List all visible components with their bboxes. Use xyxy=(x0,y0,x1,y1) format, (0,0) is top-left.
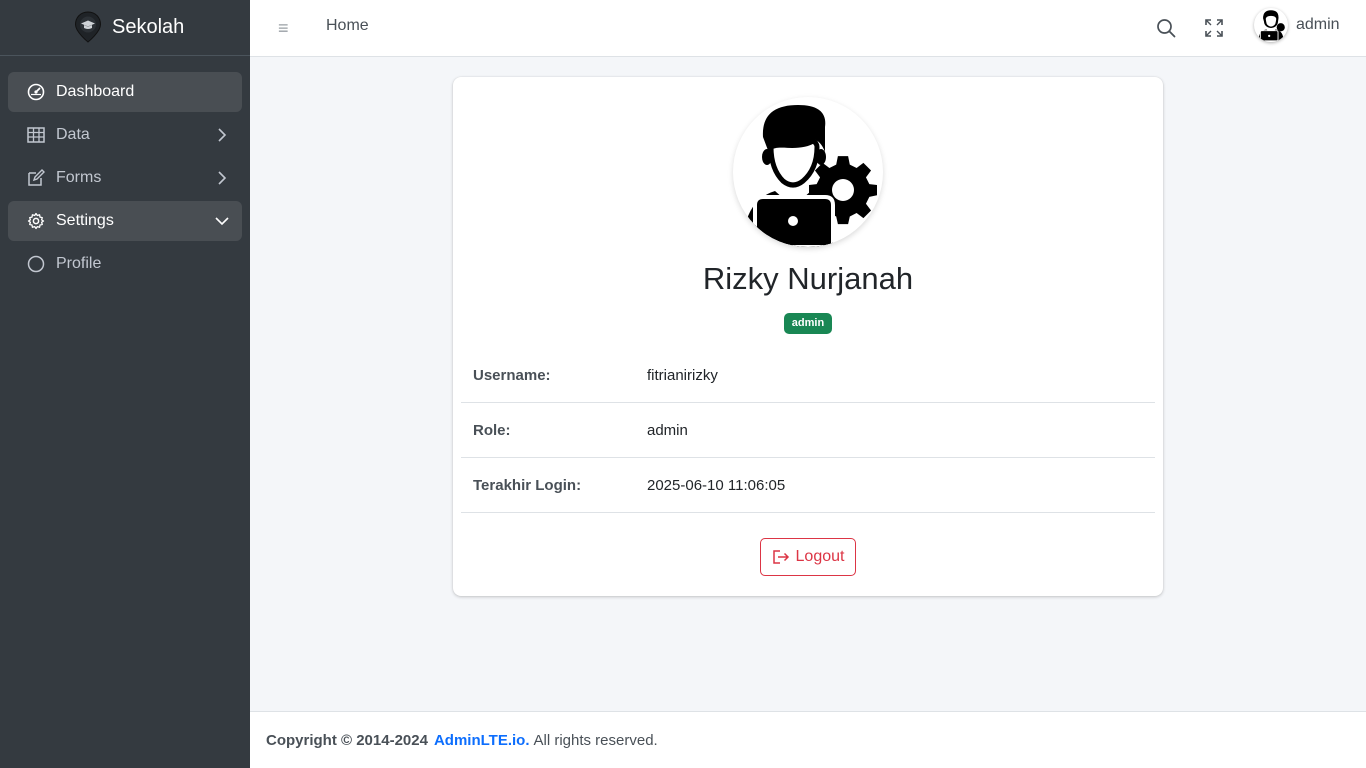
copyright-text: Copyright © 2014-2024 xyxy=(266,731,428,749)
table-row: Terakhir Login: 2025-06-10 11:06:05 xyxy=(461,458,1155,513)
role-badge: admin xyxy=(784,313,832,334)
user-menu[interactable]: admin xyxy=(1254,8,1340,42)
user-admin-icon xyxy=(1258,10,1285,42)
table-row: Role: admin xyxy=(461,403,1155,458)
sidebar-item-label: Data xyxy=(56,126,90,143)
username-value: fitrianirizky xyxy=(647,366,718,384)
sidebar-item-settings[interactable]: Settings xyxy=(8,201,242,241)
brand-link[interactable]: Sekolah xyxy=(0,0,250,56)
sidebar-item-label: Profile xyxy=(56,255,102,272)
logout-button[interactable]: Logout xyxy=(760,538,856,576)
sidebar-item-profile[interactable]: Profile xyxy=(8,244,242,284)
brand-name: Sekolah xyxy=(112,16,185,38)
chevron-right-icon xyxy=(218,171,227,185)
chevron-right-icon xyxy=(218,128,227,142)
role-value: admin xyxy=(647,421,688,439)
search-icon[interactable] xyxy=(1156,18,1176,38)
role-label: Role: xyxy=(473,421,511,439)
last-login-label: Terakhir Login: xyxy=(473,476,582,494)
table-row: Username: fitrianirizky xyxy=(461,348,1155,403)
logout-icon xyxy=(772,550,789,564)
chevron-down-icon xyxy=(215,217,229,226)
map-pin-graduation-icon xyxy=(74,11,102,43)
logout-label: Logout xyxy=(795,548,845,565)
speedometer-icon xyxy=(26,82,46,102)
sidebar-nav: Dashboard Data Forms Settings Profile xyxy=(0,56,250,284)
menu-toggle-icon[interactable]: ≡ xyxy=(278,18,294,38)
home-link[interactable]: Home xyxy=(326,17,369,35)
pencil-square-icon xyxy=(26,168,46,188)
footer: Copyright © 2014-2024 AdminLTE.io. All r… xyxy=(250,711,1366,768)
username-label: Username: xyxy=(473,366,551,384)
last-login-value: 2025-06-10 11:06:05 xyxy=(647,476,786,494)
top-navbar: ≡ Home admin xyxy=(250,0,1366,57)
rights-text: All rights reserved. xyxy=(533,731,658,749)
table-icon xyxy=(26,125,46,145)
header-username: admin xyxy=(1296,16,1340,33)
user-admin-icon xyxy=(743,105,877,247)
sidebar-item-data[interactable]: Data xyxy=(8,115,242,155)
adminlte-link[interactable]: AdminLTE.io. xyxy=(434,732,530,749)
profile-info-table: Username: fitrianirizky Role: admin Tera… xyxy=(461,348,1155,513)
profile-card: Rizky Nurjanah admin Username: fitrianir… xyxy=(453,77,1163,596)
gear-icon xyxy=(26,211,46,231)
profile-avatar xyxy=(733,97,883,247)
sidebar-item-label: Settings xyxy=(56,212,114,229)
sidebar-item-label: Forms xyxy=(56,169,102,186)
sidebar-item-dashboard[interactable]: Dashboard xyxy=(8,72,242,112)
fullscreen-icon[interactable] xyxy=(1204,18,1224,38)
sidebar-item-label: Dashboard xyxy=(56,83,135,100)
profile-name: Rizky Nurjanah xyxy=(702,261,914,296)
circle-icon xyxy=(26,254,46,274)
avatar xyxy=(1254,8,1288,42)
sidebar: Sekolah Dashboard Data Forms Settings Pr… xyxy=(0,0,250,768)
sidebar-item-forms[interactable]: Forms xyxy=(8,158,242,198)
